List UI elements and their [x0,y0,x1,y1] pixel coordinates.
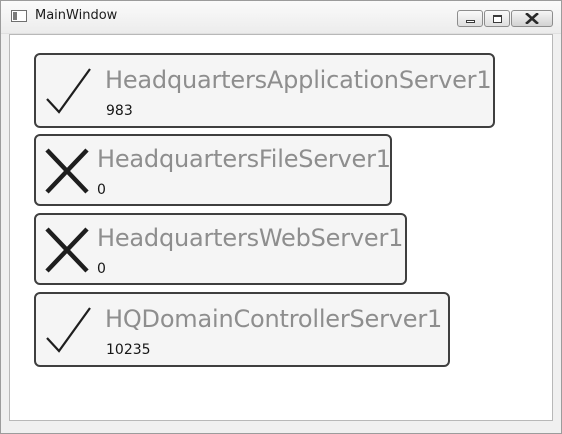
minimize-icon [465,19,475,23]
server-card[interactable]: HeadquartersApplicationServer1 983 [34,53,495,128]
title-bar[interactable]: MainWindow [1,1,561,34]
application-window-icon [11,10,27,22]
server-value: 10235 [106,342,151,358]
server-name: HeadquartersApplicationServer1 [105,66,492,94]
server-card[interactable]: HeadquartersWebServer1 0 [34,213,407,285]
server-value: 983 [106,103,133,119]
server-value: 0 [97,182,106,198]
minimize-button[interactable] [457,10,483,27]
server-name: HQDomainControllerServer1 [105,305,443,333]
maximize-icon [492,14,502,23]
server-value: 0 [97,261,106,277]
window-title: MainWindow [35,8,118,23]
server-name: HeadquartersFileServer1 [97,145,391,173]
server-card[interactable]: HQDomainControllerServer1 10235 [34,292,450,367]
checkmark-icon [46,68,91,114]
server-list: HeadquartersApplicationServer1 983 Headq… [9,34,553,421]
cross-icon [45,227,89,273]
close-icon [525,13,539,24]
main-window: MainWindow HeadquartersApplicationServer… [0,0,562,434]
server-card[interactable]: HeadquartersFileServer1 0 [34,134,392,206]
server-name: HeadquartersWebServer1 [97,224,404,252]
close-button[interactable] [511,10,553,27]
maximize-button[interactable] [484,10,510,27]
checkmark-icon [46,307,91,353]
cross-icon [45,148,89,194]
